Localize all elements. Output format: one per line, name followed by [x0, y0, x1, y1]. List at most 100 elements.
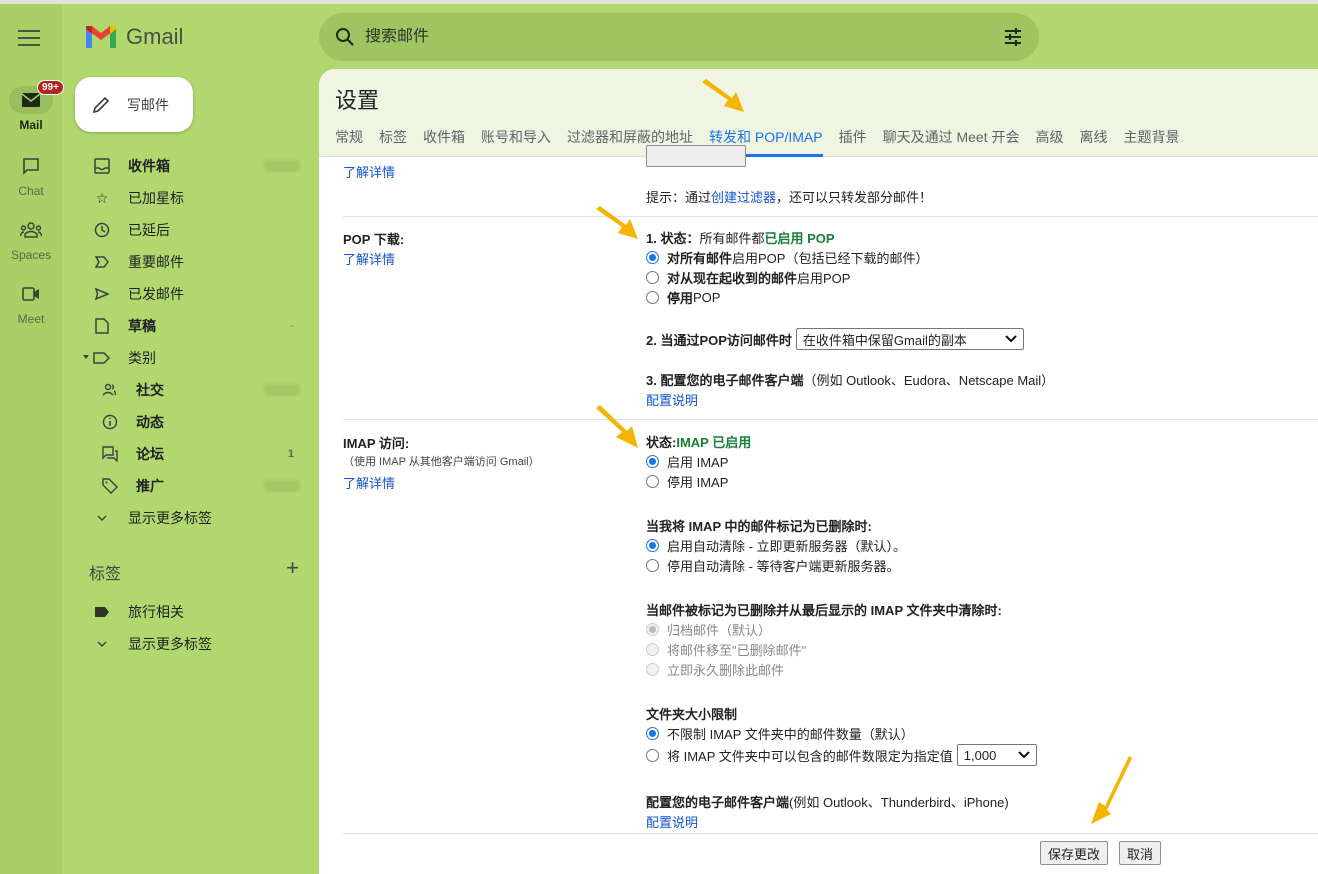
radio-button[interactable] [646, 290, 659, 304]
sidebar-item-label: 已加星标 [128, 190, 184, 206]
tab-inbox[interactable]: 收件箱 [423, 127, 465, 157]
tab-chat-meet[interactable]: 聊天及通过 Meet 开会 [883, 127, 1020, 157]
radio-button[interactable] [646, 250, 659, 264]
pop-access-select[interactable]: 在收件箱中保留Gmail的副本 [795, 328, 1024, 350]
sidebar-item-promotions[interactable]: 推广 [62, 470, 318, 502]
tab-offline[interactable]: 离线 [1079, 127, 1107, 157]
radio-button[interactable] [646, 538, 659, 552]
delete-heading: 当我将 IMAP 中的邮件标记为已删除时: [646, 515, 1037, 535]
expunge-trash[interactable]: 将邮件移至"已删除邮件" [646, 639, 1037, 659]
rail-item-chat[interactable]: Chat [0, 152, 62, 198]
gmail-m-icon [86, 26, 116, 48]
imap-learn-more-link[interactable]: 了解详情 [343, 473, 395, 492]
rail-item-mail[interactable]: 99+ Mail [0, 80, 64, 132]
sidebar-item-inbox[interactable]: 收件箱 [62, 150, 318, 182]
search-icon[interactable] [335, 27, 355, 47]
rail-label: Spaces [10, 248, 52, 262]
pop-option-all[interactable]: 对所有邮件 启用POP（包括已经下载的邮件） [646, 247, 1054, 267]
rail-item-spaces[interactable]: Spaces [0, 216, 62, 262]
radio-button[interactable] [646, 662, 659, 676]
pop-access-row: 2. 当通过POP访问邮件时 在收件箱中保留Gmail的副本 [646, 327, 1054, 351]
sidebar-item-label: 收件箱 [128, 158, 170, 174]
sidebar-show-more[interactable]: 显示更多标签 [62, 502, 318, 534]
create-filter-link[interactable]: 创建过滤器 [711, 190, 776, 205]
inbox-icon [90, 156, 114, 176]
auto-expunge-on[interactable]: 启用自动清除 - 立即更新服务器（默认）。 [646, 535, 1037, 555]
sidebar-item-label: 类别 [128, 350, 156, 366]
sidebar-labels-show-more[interactable]: 显示更多标签 [62, 628, 318, 660]
pop-config-link[interactable]: 配置说明 [646, 390, 698, 409]
cancel-button[interactable]: 取消 [1119, 841, 1162, 865]
gmail-logo[interactable]: Gmail [86, 24, 183, 50]
add-label-icon[interactable]: + [286, 557, 299, 584]
radio-button[interactable] [646, 642, 659, 656]
radio-button[interactable] [646, 748, 659, 762]
mail-icon [22, 93, 40, 107]
tab-accounts[interactable]: 账号和导入 [481, 127, 551, 157]
tab-themes[interactable]: 主题背景 [1123, 127, 1179, 157]
sidebar-item-snoozed[interactable]: 已延后 [62, 214, 318, 246]
option-bold: 对所有邮件 [667, 250, 733, 266]
radio-button[interactable] [646, 726, 659, 740]
pop-learn-more-link[interactable]: 了解详情 [343, 249, 395, 268]
imap-config-link[interactable]: 配置说明 [646, 812, 698, 831]
annotation-arrow-save [1091, 756, 1132, 824]
tab-addons[interactable]: 插件 [839, 127, 867, 157]
sidebar-item-sent[interactable]: 已发邮件 [62, 278, 318, 310]
pop-option-disable[interactable]: 停用 POP [646, 287, 1054, 307]
folder-limit-select[interactable]: 1,000 [956, 744, 1037, 766]
expunge-delete-forever[interactable]: 立即永久删除此邮件 [646, 659, 1037, 679]
option-text: 停用 IMAP [667, 474, 729, 490]
forwarding-learn-more-link[interactable]: 了解详情 [343, 162, 395, 181]
option-text: POP [693, 289, 721, 305]
meet-icon [22, 287, 39, 301]
star-icon: ☆ [95, 189, 109, 206]
search-bar [319, 13, 1039, 61]
sidebar-item-updates[interactable]: 动态 [62, 406, 318, 438]
radio-button[interactable] [646, 558, 659, 572]
imap-option-disable[interactable]: 停用 IMAP [646, 471, 1037, 491]
radio-button[interactable] [646, 474, 659, 488]
auto-expunge-off[interactable]: 停用自动清除 - 等待客户端更新服务器。 [646, 555, 1037, 575]
sidebar-item-important[interactable]: 重要邮件 [62, 246, 318, 278]
unread-badge: 99+ [37, 80, 64, 95]
select-value: 在收件箱中保留Gmail的副本 [802, 332, 967, 348]
pop-status-value: 已启用 POP [764, 230, 835, 246]
imap-option-enable[interactable]: 启用 IMAP [646, 451, 1037, 471]
add-forwarding-address-button[interactable] [646, 145, 746, 167]
radio-button[interactable] [646, 622, 659, 636]
search-options-icon[interactable] [1003, 28, 1023, 46]
sidebar-item-label: 已发邮件 [128, 286, 184, 302]
pop-option-from-now[interactable]: 对从现在起收到的邮件 启用POP [646, 267, 1054, 287]
heading-text: 当邮件被标记为已删除并从最后显示的 IMAP 文件夹中清除时: [646, 602, 1002, 618]
sidebar-item-drafts[interactable]: 草稿 - [62, 310, 318, 342]
tab-advanced[interactable]: 高级 [1035, 127, 1063, 157]
sidebar-item-forums[interactable]: 论坛 1 [62, 438, 318, 470]
expunge-archive[interactable]: 归档邮件（默认） [646, 619, 1037, 639]
option-text: 立即永久删除此邮件 [667, 662, 785, 678]
tab-labels[interactable]: 标签 [379, 127, 407, 157]
client-examples: (例如 Outlook、Thunderbird、iPhone) [789, 794, 1009, 810]
client-label: 配置您的电子邮件客户端 [646, 794, 790, 810]
sidebar-item-starred[interactable]: ☆ 已加星标 [62, 182, 318, 214]
main-menu-icon[interactable] [18, 30, 40, 46]
imap-client-row: 配置您的电子邮件客户端 (例如 Outlook、Thunderbird、iPho… [646, 791, 1037, 811]
sidebar-label-travel[interactable]: 旅行相关 [62, 596, 318, 628]
access-label: 2. 当通过POP访问邮件时 [646, 332, 792, 348]
option-text: 停用自动清除 - 等待客户端更新服务器。 [667, 558, 900, 574]
search-input[interactable] [365, 28, 1003, 46]
tab-general[interactable]: 常规 [335, 127, 363, 157]
chevron-down-icon [1018, 751, 1030, 759]
heading-text: 当我将 IMAP 中的邮件标记为已删除时: [646, 518, 872, 534]
compose-button[interactable]: 写邮件 [75, 77, 193, 132]
radio-button[interactable] [646, 454, 659, 468]
folder-no-limit[interactable]: 不限制 IMAP 文件夹中的邮件数量（默认） [646, 723, 1037, 743]
save-changes-button[interactable]: 保存更改 [1040, 841, 1109, 865]
option-text: 启用POP（包括已经下载的邮件） [732, 250, 929, 266]
rail-item-meet[interactable]: Meet [0, 280, 62, 326]
folder-limit[interactable]: 将 IMAP 文件夹中可以包含的邮件数限定为指定值 1,000 [646, 743, 1037, 767]
radio-button[interactable] [646, 270, 659, 284]
sidebar-item-social[interactable]: 社交 [62, 374, 318, 406]
sidebar-item-categories[interactable]: 类别 [62, 342, 318, 374]
annotation-arrow-tab [702, 79, 744, 112]
